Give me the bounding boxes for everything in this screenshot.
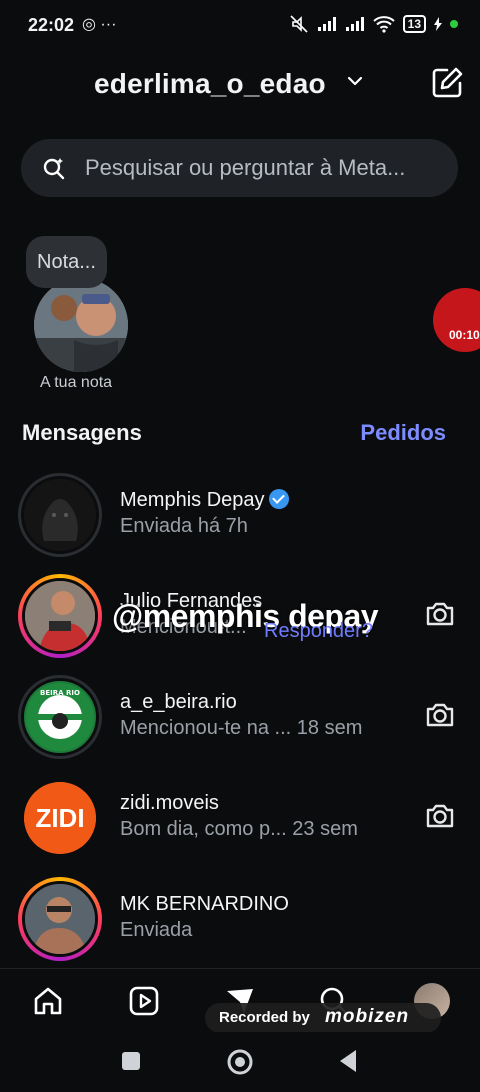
search-placeholder: Pesquisar ou perguntar à Meta... xyxy=(85,155,406,180)
thread-row[interactable]: MK BERNARDINO Enviada xyxy=(0,877,480,969)
camera-icon[interactable] xyxy=(424,699,456,731)
thread-name: Memphis Depay xyxy=(120,489,289,512)
messages-header: Mensagens Pedidos xyxy=(0,418,480,450)
nav-reels[interactable] xyxy=(126,983,162,1019)
compose-icon[interactable] xyxy=(430,66,464,100)
profile-photo xyxy=(34,278,128,372)
requests-link[interactable]: Pedidos xyxy=(360,420,446,446)
beira-rio-logo: BEIRA RIO xyxy=(26,683,94,751)
live-note-time: 00:10 xyxy=(449,328,480,342)
chevron-down-icon[interactable] xyxy=(346,72,364,90)
thread-row[interactable]: ZIDI zidi.moveis Bom dia, como p... 23 s… xyxy=(0,776,480,868)
camera-icon[interactable] xyxy=(424,598,456,630)
live-note-avatar[interactable] xyxy=(433,288,480,352)
beira-rio-label: BEIRA RIO xyxy=(40,689,80,697)
reply-prompt[interactable]: Responder? xyxy=(264,620,373,643)
home-icon xyxy=(34,987,62,1015)
avatar-photo xyxy=(25,884,95,954)
thread-subtitle: Bom dia, como p... 23 sem xyxy=(120,818,358,840)
verified-badge-icon xyxy=(268,489,289,509)
recorder-label: Recorded by xyxy=(219,1009,310,1026)
avatar: BEIRA RIO xyxy=(18,675,102,759)
camera-icon[interactable] xyxy=(424,800,456,832)
my-note-avatar[interactable] xyxy=(34,278,128,372)
nav-home[interactable] xyxy=(30,983,66,1019)
thread-subtitle: Enviada xyxy=(120,919,193,941)
thread-subtitle: Mencionou-te na ... 18 sem xyxy=(120,717,363,739)
lion-avatar-image xyxy=(24,479,96,551)
recents-icon[interactable] xyxy=(120,1050,142,1072)
zidi-label: ZIDI xyxy=(35,803,84,833)
avatar-photo xyxy=(25,581,95,651)
thread-row[interactable]: BEIRA RIO a_e_beira.rio Mencionou-te na … xyxy=(0,675,480,767)
zidi-logo: ZIDI xyxy=(24,782,96,854)
mute-icon xyxy=(290,15,308,33)
signal-icon-2 xyxy=(345,17,364,31)
reels-icon xyxy=(129,986,159,1016)
note-bubble[interactable]: Nota... xyxy=(26,236,107,288)
charging-icon xyxy=(434,17,442,31)
thread-row[interactable]: Memphis Depay Enviada há 7h xyxy=(0,473,480,565)
battery-indicator: 13 xyxy=(402,15,426,33)
back-icon[interactable] xyxy=(336,1048,360,1074)
note-caption: A tua nota xyxy=(40,374,113,391)
recorder-brand: mobizen xyxy=(325,1006,410,1027)
account-switcher[interactable]: ederlima_o_edao xyxy=(94,68,326,100)
header: ederlima_o_edao xyxy=(0,58,480,108)
thread-subtitle: Enviada há 7h xyxy=(120,515,248,537)
meta-ai-search-icon xyxy=(43,158,65,180)
notes-row: Nota... A tua nota 00:10 xyxy=(0,234,480,394)
avatar xyxy=(18,574,102,658)
thread-name: MK BERNARDINO xyxy=(120,893,289,915)
status-bar: 22:02 ◎ ··· 13 xyxy=(0,0,480,52)
thread-name: a_e_beira.rio xyxy=(120,691,237,713)
privacy-dot xyxy=(450,20,458,28)
avatar xyxy=(18,877,102,961)
status-time: 22:02 xyxy=(28,15,75,35)
notification-icons: ◎ ··· xyxy=(82,16,117,33)
signal-icon xyxy=(317,17,336,31)
section-title: Mensagens xyxy=(22,420,142,445)
wifi-icon xyxy=(372,16,395,33)
thread-name: zidi.moveis xyxy=(120,792,219,814)
avatar xyxy=(18,473,102,557)
avatar: ZIDI xyxy=(18,776,102,860)
search-input[interactable]: Pesquisar ou perguntar à Meta... xyxy=(21,139,458,197)
recorder-watermark: Recorded by mobizen xyxy=(205,1003,441,1033)
home-button-icon[interactable] xyxy=(226,1048,254,1076)
status-right: 13 xyxy=(289,14,458,34)
system-nav-bar xyxy=(0,1032,480,1092)
